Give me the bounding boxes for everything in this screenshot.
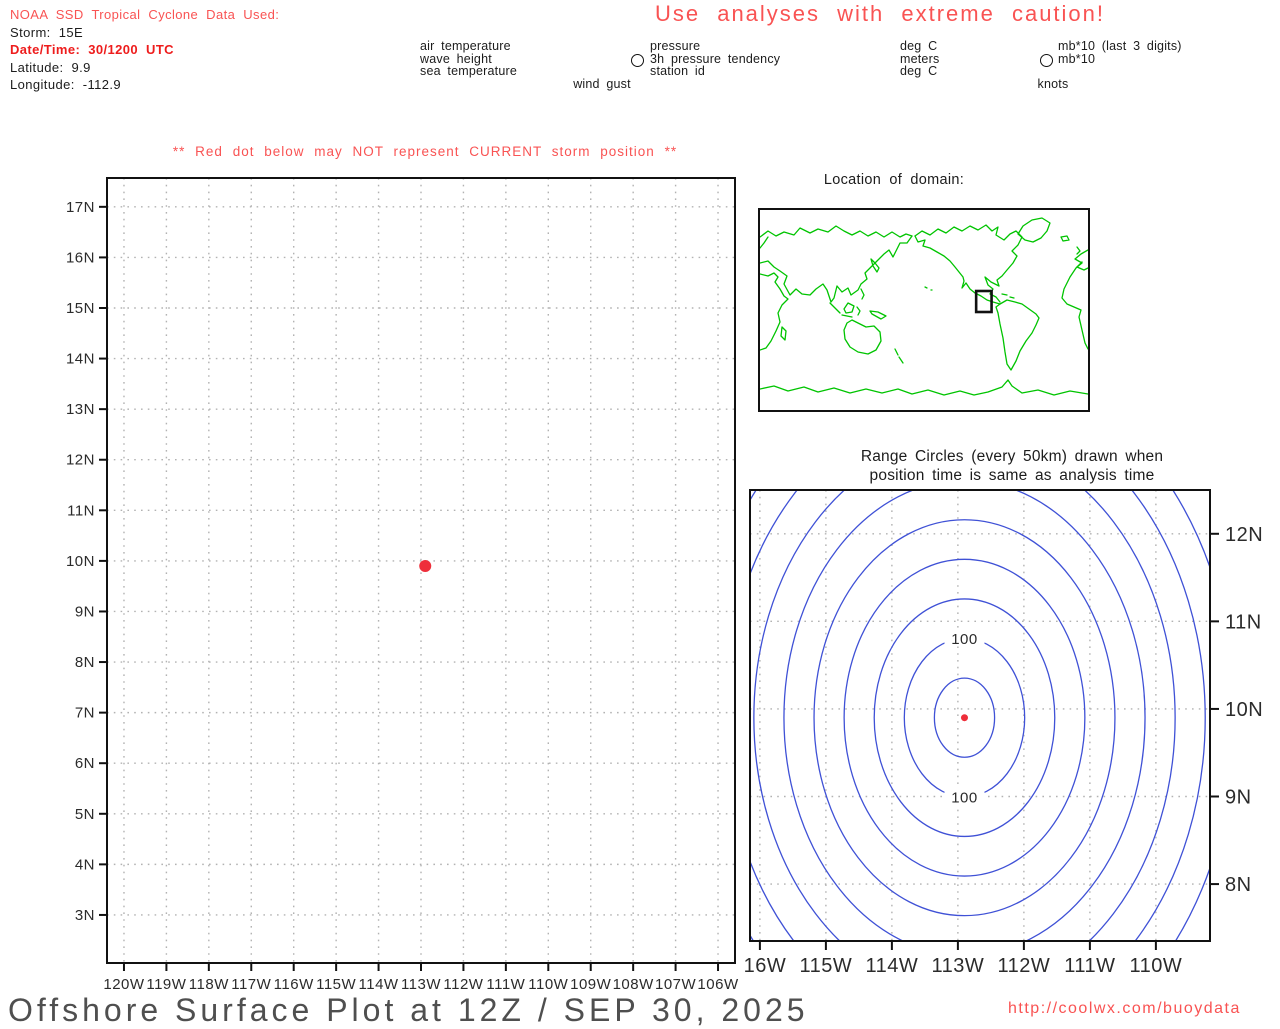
info-line-latitude: Latitude: 9.9 bbox=[10, 59, 91, 75]
station-legend-left: air temperature wave height sea temperat… bbox=[420, 39, 518, 79]
info-line-longitude: Longitude: -112.9 bbox=[10, 77, 122, 92]
svg-text:110W: 110W bbox=[528, 976, 568, 993]
svg-text:116W: 116W bbox=[274, 976, 314, 993]
units-legend-bottom: knots bbox=[1037, 77, 1069, 91]
info-line-source: NOAA SSD Tropical Cyclone Data Used: bbox=[10, 7, 280, 22]
range-storm-dot bbox=[960, 714, 968, 722]
station-legend-right: pressure 3h pressure tendency station id bbox=[650, 39, 781, 79]
contour-label: 100 bbox=[951, 789, 978, 806]
storm-position-dot bbox=[419, 559, 432, 572]
svg-text:4N: 4N bbox=[75, 856, 95, 873]
info-line-datetime: Date/Time: 30/1200 UTC bbox=[10, 42, 174, 57]
svg-text:3N: 3N bbox=[75, 907, 95, 924]
svg-text:113W: 113W bbox=[401, 976, 441, 993]
svg-text:9N: 9N bbox=[1225, 787, 1252, 809]
svg-text:110W: 110W bbox=[1129, 955, 1182, 977]
svg-text:106W: 106W bbox=[697, 976, 739, 993]
station-legend-bottom: wind gust bbox=[573, 77, 631, 91]
svg-text:8N: 8N bbox=[75, 654, 95, 671]
buoydata-link[interactable]: http://coolwx.com/buoydata bbox=[1008, 1000, 1241, 1018]
svg-text:108W: 108W bbox=[613, 976, 655, 993]
svg-text:12N: 12N bbox=[66, 452, 95, 469]
storm-position-warning: ** Red dot below may NOT represent CURRE… bbox=[172, 144, 678, 159]
main-surface-plot-chart: 120W 119W 118W 117W 116W 115W 114W 113W 112W 111W… bbox=[66, 177, 739, 993]
station-model-circle-icon bbox=[631, 54, 644, 67]
svg-text:15N: 15N bbox=[66, 300, 95, 317]
range-circle-group bbox=[750, 490, 1210, 941]
svg-text:120W: 120W bbox=[103, 976, 145, 993]
svg-text:5N: 5N bbox=[75, 806, 95, 823]
svg-text:12N: 12N bbox=[1225, 524, 1263, 546]
main-grid bbox=[107, 178, 735, 963]
svg-text:10N: 10N bbox=[1225, 699, 1263, 721]
svg-text:8N: 8N bbox=[1225, 874, 1252, 896]
svg-text:107W: 107W bbox=[655, 976, 697, 993]
storm-info-block: NOAA SSD Tropical Cyclone Data Used: Sto… bbox=[10, 6, 279, 94]
svg-text:114W: 114W bbox=[866, 955, 919, 977]
svg-text:111W: 111W bbox=[1064, 955, 1115, 977]
units-model-circle-icon bbox=[1040, 54, 1053, 67]
svg-text:6N: 6N bbox=[75, 755, 95, 772]
svg-text:7N: 7N bbox=[75, 705, 95, 722]
svg-text:14N: 14N bbox=[66, 351, 95, 368]
domain-map-frame bbox=[758, 208, 1090, 412]
svg-text:118W: 118W bbox=[189, 976, 229, 993]
svg-text:109W: 109W bbox=[570, 976, 612, 993]
svg-text:9N: 9N bbox=[75, 603, 95, 620]
svg-text:17N: 17N bbox=[66, 199, 95, 216]
svg-text:11N: 11N bbox=[67, 502, 95, 519]
contour-label: 100 bbox=[951, 631, 978, 648]
info-line-storm: Storm: 15E bbox=[10, 24, 84, 40]
svg-text:13N: 13N bbox=[66, 401, 95, 418]
svg-text:116W: 116W bbox=[744, 955, 786, 977]
domain-map-title: Location of domain: bbox=[823, 172, 965, 188]
svg-text:113W: 113W bbox=[932, 955, 985, 977]
svg-text:10N: 10N bbox=[66, 553, 95, 570]
range-grid bbox=[750, 490, 1210, 941]
coastlines bbox=[759, 217, 1089, 396]
units-legend-right: mb*10 (last 3 digits) mb*10 bbox=[1058, 39, 1182, 66]
svg-text:114W: 114W bbox=[359, 976, 399, 993]
svg-text:111W: 111W bbox=[486, 976, 525, 993]
units-legend-left: deg C meters deg C bbox=[900, 39, 940, 79]
caution-headline: Use analyses with extreme caution! bbox=[654, 1, 1106, 26]
svg-text:119W: 119W bbox=[146, 976, 186, 993]
svg-text:115W: 115W bbox=[316, 976, 356, 993]
svg-text:117W: 117W bbox=[231, 976, 271, 993]
page-title: Offshore Surface Plot at 12Z / SEP 30, 2… bbox=[8, 992, 809, 1028]
svg-text:112W: 112W bbox=[998, 955, 1051, 977]
world-map bbox=[759, 217, 1089, 396]
svg-text:112W: 112W bbox=[443, 976, 483, 993]
range-circles-title: Range Circles (every 50km) drawn when po… bbox=[860, 448, 1164, 484]
range-circles-chart: 116W 115W 114W 113W 112W 111W 110W 12N 11N 10N 9N 8… bbox=[744, 489, 1263, 977]
svg-text:115W: 115W bbox=[800, 955, 853, 977]
svg-text:11N: 11N bbox=[1225, 611, 1262, 633]
svg-text:16N: 16N bbox=[66, 249, 95, 266]
